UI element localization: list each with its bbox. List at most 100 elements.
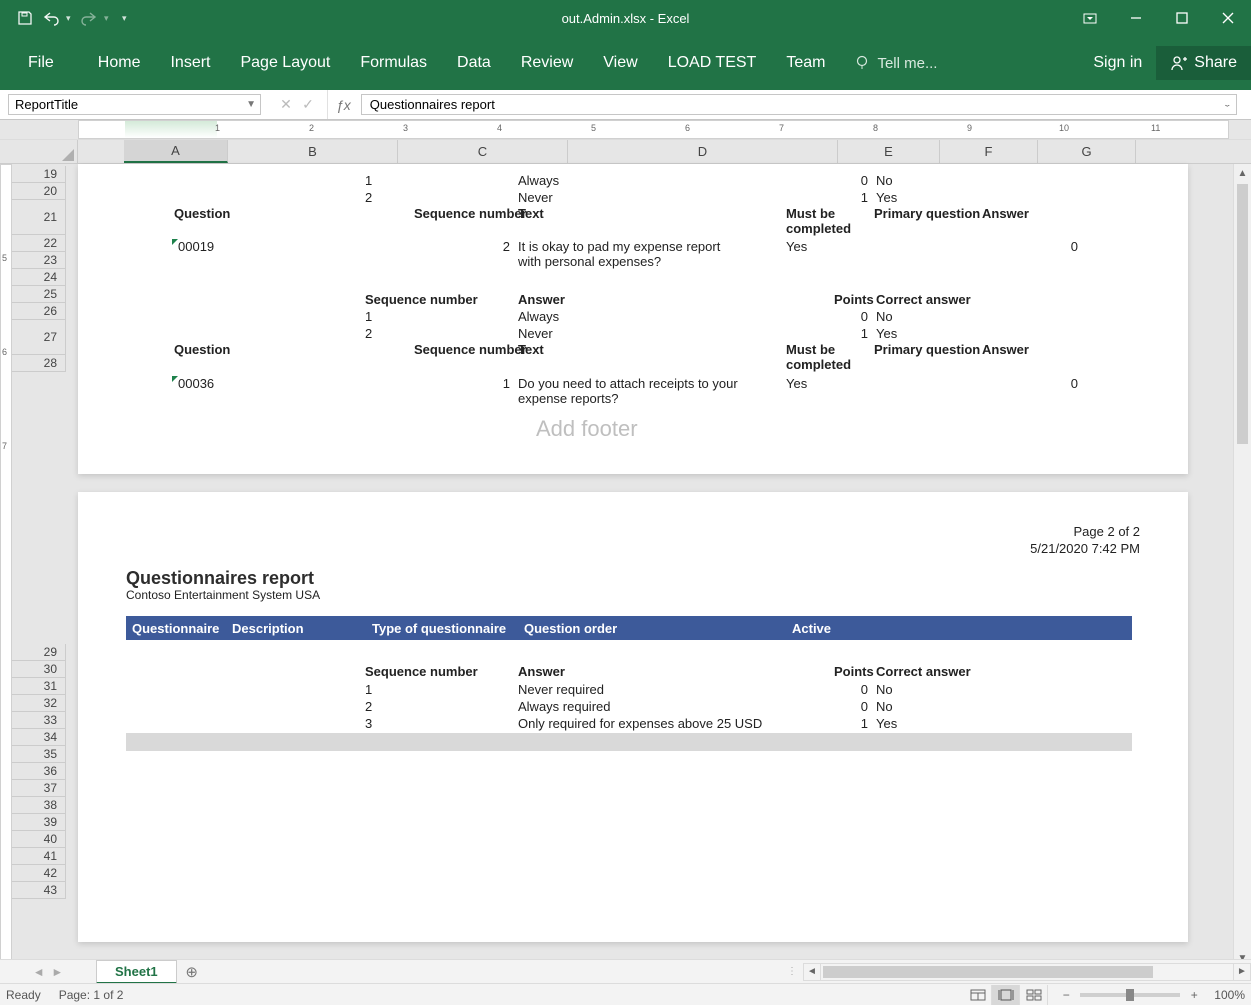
tab-data[interactable]: Data <box>443 48 505 78</box>
column-header: Must be completed <box>786 206 866 236</box>
zoom-control[interactable]: − + 100% <box>1058 988 1245 1002</box>
add-sheet-icon[interactable]: ⊕ <box>177 963 207 981</box>
redo-icon[interactable] <box>78 7 100 29</box>
table-header: Description <box>226 616 366 640</box>
name-box-dropdown-icon[interactable]: ▼ <box>246 99 256 110</box>
view-normal-icon[interactable] <box>964 985 992 1005</box>
row-header-43[interactable]: 43 <box>12 882 66 899</box>
column-header: Question <box>174 342 230 357</box>
undo-icon[interactable] <box>40 7 62 29</box>
ruler-tick: 5 <box>2 253 7 263</box>
row-header-37[interactable]: 37 <box>12 780 66 797</box>
insert-function-icon[interactable]: ƒx <box>328 90 359 119</box>
cell-value: 1 <box>848 326 868 341</box>
scroll-thumb[interactable] <box>823 966 1153 978</box>
formula-enter-icon[interactable]: ✓ <box>297 96 319 113</box>
spreadsheet-grid[interactable]: 5 6 7 1920212223242526272829303132333435… <box>0 164 1251 967</box>
tab-load-test[interactable]: LOAD TEST <box>654 48 771 78</box>
name-box[interactable]: ReportTitle ▼ <box>8 94 261 115</box>
row-header-33[interactable]: 33 <box>12 712 66 729</box>
row-header-34[interactable]: 34 <box>12 729 66 746</box>
row-header-29[interactable]: 29 <box>12 644 66 661</box>
zoom-out-icon[interactable]: − <box>1058 988 1074 1002</box>
row-header-28[interactable]: 28 <box>12 355 66 372</box>
scroll-up-icon[interactable]: ▲ <box>1234 164 1251 182</box>
zoom-percent[interactable]: 100% <box>1214 988 1245 1002</box>
row-header-32[interactable]: 32 <box>12 695 66 712</box>
view-page-break-icon[interactable] <box>1020 985 1048 1005</box>
scroll-thumb[interactable] <box>1237 184 1248 444</box>
horizontal-scrollbar[interactable]: ◄ ► <box>803 963 1251 981</box>
sign-in-button[interactable]: Sign in <box>1079 54 1156 72</box>
formula-cancel-icon[interactable]: ✕ <box>275 96 297 113</box>
column-header-F[interactable]: F <box>940 140 1038 163</box>
minimize-icon[interactable] <box>1113 0 1159 36</box>
sheet-nav[interactable]: ◄ ► <box>0 965 96 979</box>
save-icon[interactable] <box>14 7 36 29</box>
cell-value: Yes <box>786 239 807 254</box>
tell-me-label: Tell me... <box>877 55 937 72</box>
column-header-C[interactable]: C <box>398 140 568 163</box>
row-header-42[interactable]: 42 <box>12 865 66 882</box>
zoom-slider[interactable] <box>1080 993 1180 997</box>
column-header-E[interactable]: E <box>838 140 940 163</box>
ribbon-display-icon[interactable] <box>1067 0 1113 36</box>
row-header-27[interactable]: 27 <box>12 320 66 355</box>
formula-expand-icon[interactable]: ⌄ <box>1223 101 1232 109</box>
row-header-40[interactable]: 40 <box>12 831 66 848</box>
cell-value: 00036 <box>178 376 214 391</box>
file-tab[interactable]: File <box>10 50 78 76</box>
scroll-left-icon[interactable]: ◄ <box>803 963 821 981</box>
column-header-D[interactable]: D <box>568 140 838 163</box>
ribbon-tabs: File Home Insert Page Layout Formulas Da… <box>0 36 1251 90</box>
qat-customize-icon[interactable]: ▾ <box>122 13 130 24</box>
tab-home[interactable]: Home <box>84 48 155 78</box>
tab-insert[interactable]: Insert <box>156 48 224 78</box>
select-all-corner[interactable] <box>0 140 78 163</box>
cell-value: Never <box>518 326 553 341</box>
row-header-36[interactable]: 36 <box>12 763 66 780</box>
row-header-23[interactable]: 23 <box>12 252 66 269</box>
row-header-20[interactable]: 20 <box>12 183 66 200</box>
column-header-A[interactable]: A <box>124 140 228 163</box>
share-button[interactable]: Share <box>1156 46 1251 80</box>
row-header-22[interactable]: 22 <box>12 235 66 252</box>
maximize-icon[interactable] <box>1159 0 1205 36</box>
row-header-21[interactable]: 21 <box>12 200 66 235</box>
tab-formulas[interactable]: Formulas <box>346 48 441 78</box>
tab-team[interactable]: Team <box>772 48 839 78</box>
sheet-splitter[interactable]: ⋮ <box>787 966 797 977</box>
close-icon[interactable] <box>1205 0 1251 36</box>
column-header: Answer <box>982 206 1029 221</box>
tell-me-search[interactable]: Tell me... <box>853 54 937 72</box>
column-header-G[interactable]: G <box>1038 140 1136 163</box>
column-header-B[interactable]: B <box>228 140 398 163</box>
undo-dropdown-icon[interactable]: ▾ <box>66 13 74 24</box>
ruler-tick: 4 <box>497 123 502 133</box>
row-header-30[interactable]: 30 <box>12 661 66 678</box>
zoom-in-icon[interactable]: + <box>1186 988 1202 1002</box>
column-header: Text <box>518 342 544 357</box>
ruler-tick: 6 <box>685 123 690 133</box>
row-header-41[interactable]: 41 <box>12 848 66 865</box>
row-header-31[interactable]: 31 <box>12 678 66 695</box>
tab-page-layout[interactable]: Page Layout <box>226 48 344 78</box>
row-header-24[interactable]: 24 <box>12 269 66 286</box>
vertical-scrollbar[interactable]: ▲ ▼ <box>1233 164 1251 967</box>
row-header-38[interactable]: 38 <box>12 797 66 814</box>
scroll-right-icon[interactable]: ► <box>1233 963 1251 981</box>
row-header-35[interactable]: 35 <box>12 746 66 763</box>
column-header: Must be completed <box>786 342 866 372</box>
view-page-layout-icon[interactable] <box>992 985 1020 1005</box>
tab-view[interactable]: View <box>589 48 651 78</box>
row-header-39[interactable]: 39 <box>12 814 66 831</box>
tab-review[interactable]: Review <box>507 48 587 78</box>
redo-dropdown-icon[interactable]: ▾ <box>104 13 112 24</box>
formula-input[interactable]: Questionnaires report ⌄ <box>361 94 1237 115</box>
add-footer-placeholder[interactable]: Add footer <box>536 416 638 442</box>
row-header-19[interactable]: 19 <box>12 166 66 183</box>
row-header-26[interactable]: 26 <box>12 303 66 320</box>
row-header-25[interactable]: 25 <box>12 286 66 303</box>
sheet-tab-sheet1[interactable]: Sheet1 <box>96 960 177 984</box>
cell-value: 3 <box>365 716 372 731</box>
